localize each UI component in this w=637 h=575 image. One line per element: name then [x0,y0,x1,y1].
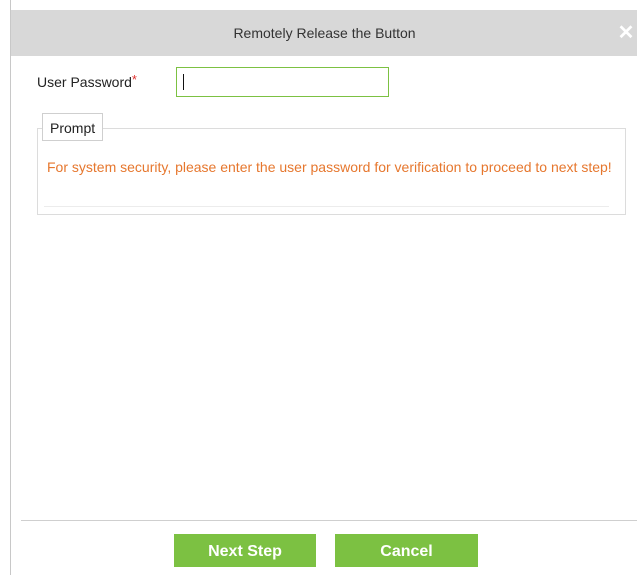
release-button-dialog: Remotely Release the Button ✕ User Passw… [10,0,637,575]
required-asterisk: * [131,72,137,87]
prompt-fieldset: Prompt For system security, please enter… [37,113,626,215]
close-icon[interactable]: ✕ [616,22,636,44]
password-label: User Password* [37,72,137,90]
footer-divider [21,520,637,521]
prompt-legend: Prompt [42,113,104,141]
prompt-divider [44,206,609,207]
prompt-message: For system security, please enter the us… [47,159,612,175]
password-label-text: User Password [37,74,132,90]
password-input[interactable] [176,67,389,97]
dialog-title: Remotely Release the Button [233,25,416,41]
cancel-button[interactable]: Cancel [335,534,478,567]
text-caret [183,74,184,90]
next-step-button[interactable]: Next Step [174,534,316,567]
dialog-titlebar: Remotely Release the Button ✕ [11,10,637,56]
